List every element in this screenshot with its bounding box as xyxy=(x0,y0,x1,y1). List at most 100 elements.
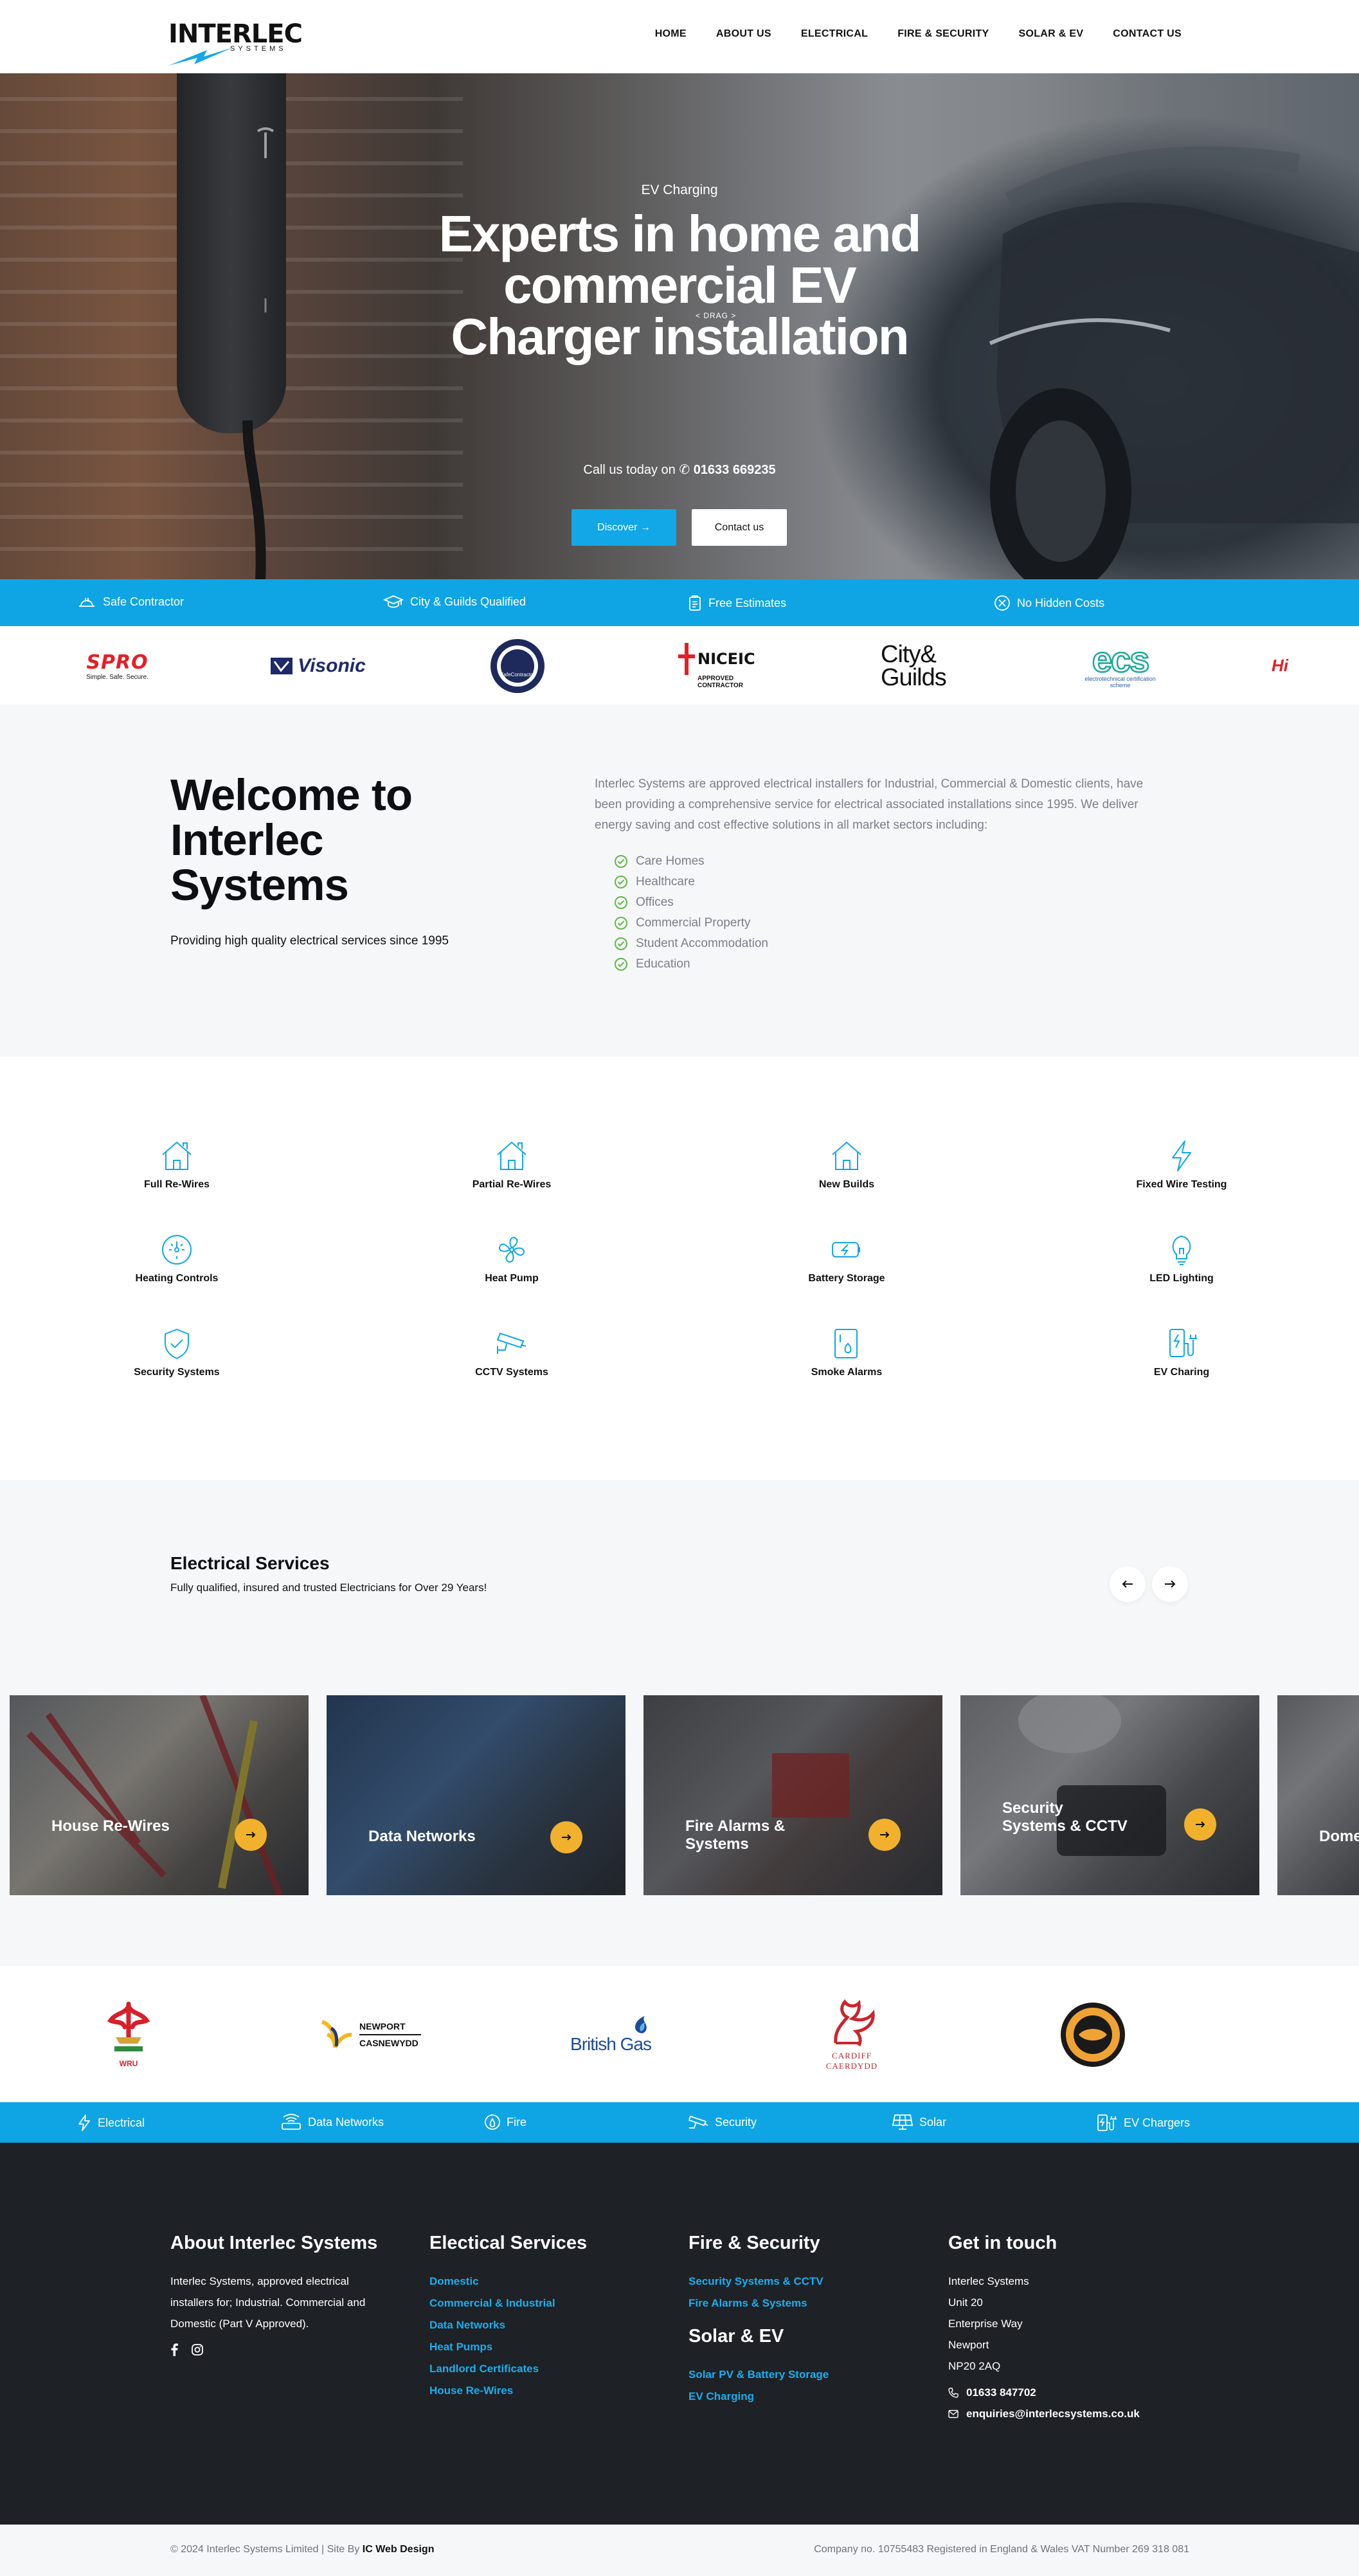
nav-about-us[interactable]: ABOUT US xyxy=(716,28,771,40)
arrow-right-icon xyxy=(1165,1580,1176,1588)
interlec-logo[interactable]: INTERLEC SYSTEMS xyxy=(168,19,303,66)
service-battery-storage[interactable]: Battery Storage xyxy=(750,1233,943,1284)
footer-phone[interactable]: 01633 847702 xyxy=(948,2382,1192,2403)
footer-link-house-rewires[interactable]: House Re-Wires xyxy=(429,2380,648,2402)
british-gas-logo: British Gas xyxy=(559,1980,662,2089)
welcome-section: Welcome to Interlec Systems Providing hi… xyxy=(0,705,1359,1057)
drag-hint[interactable]: < DRAG > xyxy=(696,311,736,320)
service-new-builds[interactable]: New Builds xyxy=(750,1139,943,1191)
service-card-security-cctv[interactable]: Security Systems & CCTV xyxy=(960,1695,1259,1895)
sector-list: Care Homes Healthcare Offices Commercial… xyxy=(614,851,768,975)
nav-solar-ev[interactable]: SOLAR & EV xyxy=(1019,28,1084,40)
arrow-right-icon xyxy=(880,1832,890,1838)
footer-solar-title: Solar & EV xyxy=(688,2326,784,2346)
welcome-intro: Interlec Systems are approved electrical… xyxy=(595,777,1144,832)
discover-button[interactable]: Discover → xyxy=(572,509,676,546)
category-security[interactable]: Security xyxy=(688,2114,757,2130)
list-item: Commercial Property xyxy=(614,913,768,933)
footer-about-text: Interlec Systems, approved electrical in… xyxy=(170,2275,366,2330)
check-circle-icon xyxy=(615,896,627,909)
service-cctv-systems[interactable]: CCTV Systems xyxy=(415,1327,608,1378)
service-ev-charing[interactable]: EV Charing xyxy=(1085,1327,1278,1378)
hero-slider[interactable]: EV Charging Experts in home and commerci… xyxy=(0,73,1359,579)
footer-link-landlord-certificates[interactable]: Landlord Certificates xyxy=(429,2358,648,2380)
footer-link-data-networks[interactable]: Data Networks xyxy=(429,2314,648,2336)
lightning-bolt-icon xyxy=(78,2114,90,2131)
instagram-icon[interactable] xyxy=(191,2343,204,2356)
no-cost-icon xyxy=(995,595,1010,611)
check-circle-icon xyxy=(615,958,627,971)
list-item: Student Accommodation xyxy=(614,933,768,954)
service-fixed-wire-testing[interactable]: Fixed Wire Testing xyxy=(1085,1139,1278,1191)
category-ev-chargers[interactable]: EV Chargers xyxy=(1097,2114,1190,2132)
footer-link-domestic[interactable]: Domestic xyxy=(429,2271,648,2292)
check-circle-icon xyxy=(615,917,627,930)
card-arrow-button[interactable] xyxy=(869,1819,901,1851)
footer-electrical-title: Electical Services xyxy=(429,2233,588,2253)
footer-link-ev-charging[interactable]: EV Charging xyxy=(688,2386,907,2408)
router-icon xyxy=(282,2114,301,2130)
footer-electrical-services: Electical Services Domestic Commercial &… xyxy=(429,2233,648,2402)
card-arrow-button[interactable] xyxy=(1184,1808,1216,1841)
footer-link-security-cctv[interactable]: Security Systems & CCTV xyxy=(688,2271,907,2292)
footer-contact: Get in touch Interlec Systems Unit 20 En… xyxy=(948,2233,1192,2424)
fan-icon xyxy=(499,1237,525,1263)
visonic-logo: Visonic xyxy=(267,642,370,690)
card-arrow-button[interactable] xyxy=(550,1821,582,1853)
category-solar[interactable]: Solar xyxy=(892,2114,946,2130)
solar-panel-icon xyxy=(892,2114,913,2130)
carousel-prev-button[interactable] xyxy=(1110,1566,1146,1602)
hero-phone-number[interactable]: 01633 669235 xyxy=(694,463,776,477)
contact-us-button[interactable]: Contact us xyxy=(692,509,787,546)
service-heating-controls[interactable]: Heating Controls xyxy=(80,1233,273,1284)
newport-county-logo xyxy=(1058,1980,1128,2089)
service-partial-rewires[interactable]: Partial Re-Wires xyxy=(415,1139,608,1191)
feature-free-estimates: Free Estimates xyxy=(688,595,786,611)
site-by-link[interactable]: IC Web Design xyxy=(363,2544,435,2555)
service-card-house-rewires[interactable]: House Re-Wires xyxy=(10,1695,309,1895)
footer-email[interactable]: enquiries@interlecsystems.co.uk xyxy=(948,2403,1192,2424)
safecontractor-logo: SafeContractor xyxy=(489,638,546,693)
check-circle-icon xyxy=(615,855,627,868)
service-security-systems[interactable]: Security Systems xyxy=(80,1327,273,1378)
service-card-fire-alarms[interactable]: Fire Alarms & Systems xyxy=(644,1695,942,1895)
address-line: Interlec Systems xyxy=(948,2275,1029,2287)
footer-link-fire-alarms[interactable]: Fire Alarms & Systems xyxy=(688,2292,907,2314)
footer-link-commercial-industrial[interactable]: Commercial & Industrial xyxy=(429,2292,648,2314)
category-fire[interactable]: Fire xyxy=(485,2114,526,2130)
nav-fire-security[interactable]: FIRE & SECURITY xyxy=(897,28,989,40)
ev-charger-icon xyxy=(1097,2114,1117,2131)
feature-strip: Safe Contractor City & Guilds Qualified … xyxy=(0,579,1359,626)
niceic-logo: NICEIC APPROVED CONTRACTOR xyxy=(678,642,755,690)
service-smoke-alarms[interactable]: Smoke Alarms xyxy=(750,1327,943,1378)
arrow-right-icon xyxy=(246,1832,256,1838)
footer-link-solar-pv[interactable]: Solar PV & Battery Storage xyxy=(688,2364,907,2386)
nav-home[interactable]: HOME xyxy=(655,28,687,40)
mail-icon xyxy=(948,2409,959,2418)
facebook-icon[interactable] xyxy=(170,2343,178,2356)
service-icon-grid: Full Re-Wires Partial Re-Wires New Build… xyxy=(0,1057,1359,1480)
cardiff-logo: CARDIFF CAERDYDD xyxy=(816,1980,887,2089)
service-heat-pump[interactable]: Heat Pump xyxy=(415,1233,608,1284)
nav-contact-us[interactable]: CONTACT US xyxy=(1113,28,1182,40)
card-arrow-button[interactable] xyxy=(235,1819,267,1851)
house-icon xyxy=(497,1141,526,1170)
category-data-networks[interactable]: Data Networks xyxy=(281,2114,384,2130)
light-bulb-icon xyxy=(1172,1235,1191,1265)
service-full-rewires[interactable]: Full Re-Wires xyxy=(80,1139,273,1191)
footer-fire-title: Fire & Security xyxy=(688,2233,820,2253)
phone-icon xyxy=(948,2387,959,2398)
footer-link-heat-pumps[interactable]: Heat Pumps xyxy=(429,2336,648,2358)
service-card-data-networks[interactable]: Data Networks xyxy=(327,1695,626,1895)
arrow-right-icon xyxy=(1196,1821,1205,1828)
hard-hat-icon xyxy=(79,598,94,607)
category-electrical[interactable]: Electrical xyxy=(77,2114,145,2132)
service-card-domestic[interactable]: Dome xyxy=(1277,1695,1359,1895)
shield-check-icon xyxy=(165,1328,189,1360)
carousel-next-button[interactable] xyxy=(1152,1566,1188,1602)
check-circle-icon xyxy=(615,876,627,888)
service-led-lighting[interactable]: LED Lighting xyxy=(1085,1233,1278,1284)
partial-logo: Hi xyxy=(1272,656,1288,675)
nav-electrical[interactable]: ELECTRICAL xyxy=(801,28,868,40)
logo-bolt-icon xyxy=(168,48,233,66)
